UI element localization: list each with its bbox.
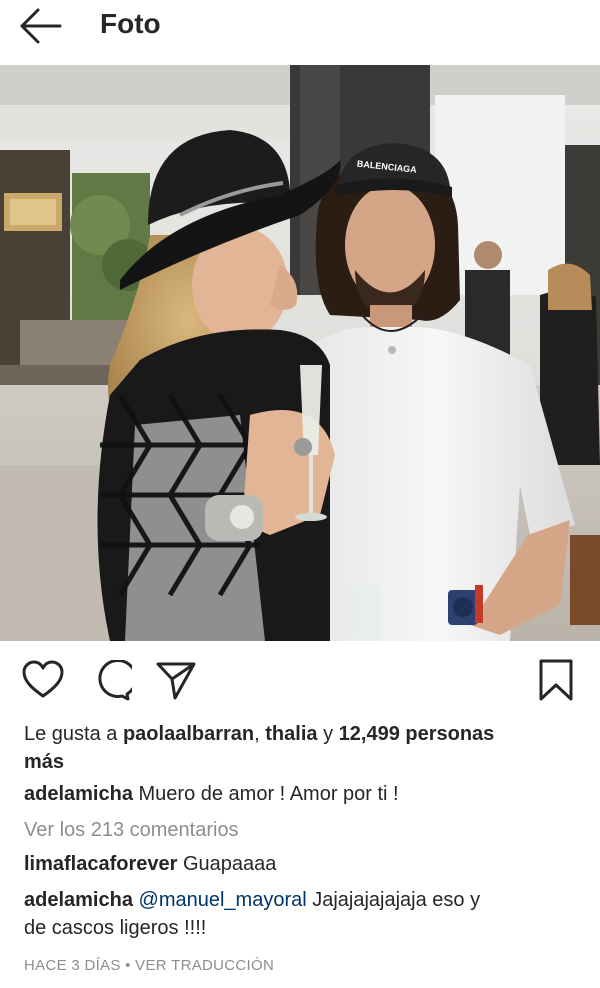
post-photo[interactable]: BALENCIAGA	[0, 65, 600, 641]
footer-separator: •	[120, 957, 136, 974]
top-bar: Foto	[0, 0, 600, 56]
back-button[interactable]	[14, 6, 66, 46]
likes-summary: Le gusta a paolaalbarran, thalia y 12,49…	[24, 720, 584, 776]
save-button[interactable]	[538, 658, 574, 702]
bookmark-icon	[539, 659, 573, 701]
post-image: BALENCIAGA	[0, 65, 600, 641]
caption: adelamicha Muero de amor ! Amor por ti !	[24, 780, 584, 808]
view-comments-link[interactable]: Ver los 213 comentarios	[24, 816, 584, 844]
post-actions	[0, 652, 600, 706]
comment-text: Guapaaaa	[177, 853, 277, 875]
comment-icon	[98, 660, 132, 701]
send-icon	[156, 662, 196, 700]
comment-button[interactable]	[90, 660, 132, 702]
caption-text: Muero de amor ! Amor por ti !	[132, 783, 399, 805]
comment-username[interactable]: adelamicha	[24, 889, 133, 911]
caption-username[interactable]: adelamicha	[24, 783, 133, 805]
see-translation-link[interactable]: VER TRADUCCIÓN	[135, 957, 274, 974]
likes-count[interactable]: 12,499 personas	[339, 723, 495, 745]
like-button[interactable]	[22, 660, 64, 700]
share-button[interactable]	[155, 660, 197, 702]
heart-icon	[22, 660, 64, 698]
liker-username[interactable]: thalia	[265, 723, 317, 745]
likes-conjunction: y	[317, 723, 339, 745]
comment-text-continued: de cascos ligeros !!!!	[24, 917, 207, 939]
post-timestamp: HACE 3 DÍAS	[24, 957, 121, 974]
post-footer: HACE 3 DÍAS • VER TRADUCCIÓN	[24, 957, 274, 974]
likes-separator: ,	[254, 723, 266, 745]
arrow-left-icon	[20, 8, 62, 44]
liker-username[interactable]: paolaalbarran	[123, 723, 254, 745]
comment-username[interactable]: limaflacaforever	[24, 853, 177, 875]
page-title: Foto	[100, 8, 161, 39]
comment-mention[interactable]: @manuel_mayoral	[139, 889, 307, 911]
comment: adelamicha @manuel_mayoral Jajajajajajaj…	[24, 886, 584, 942]
comment-text: Jajajajajajaja eso y	[306, 889, 481, 911]
likes-prefix: Le gusta a	[24, 723, 123, 745]
likes-suffix[interactable]: más	[24, 751, 64, 773]
comment: limaflacaforever Guapaaaa	[24, 850, 584, 878]
